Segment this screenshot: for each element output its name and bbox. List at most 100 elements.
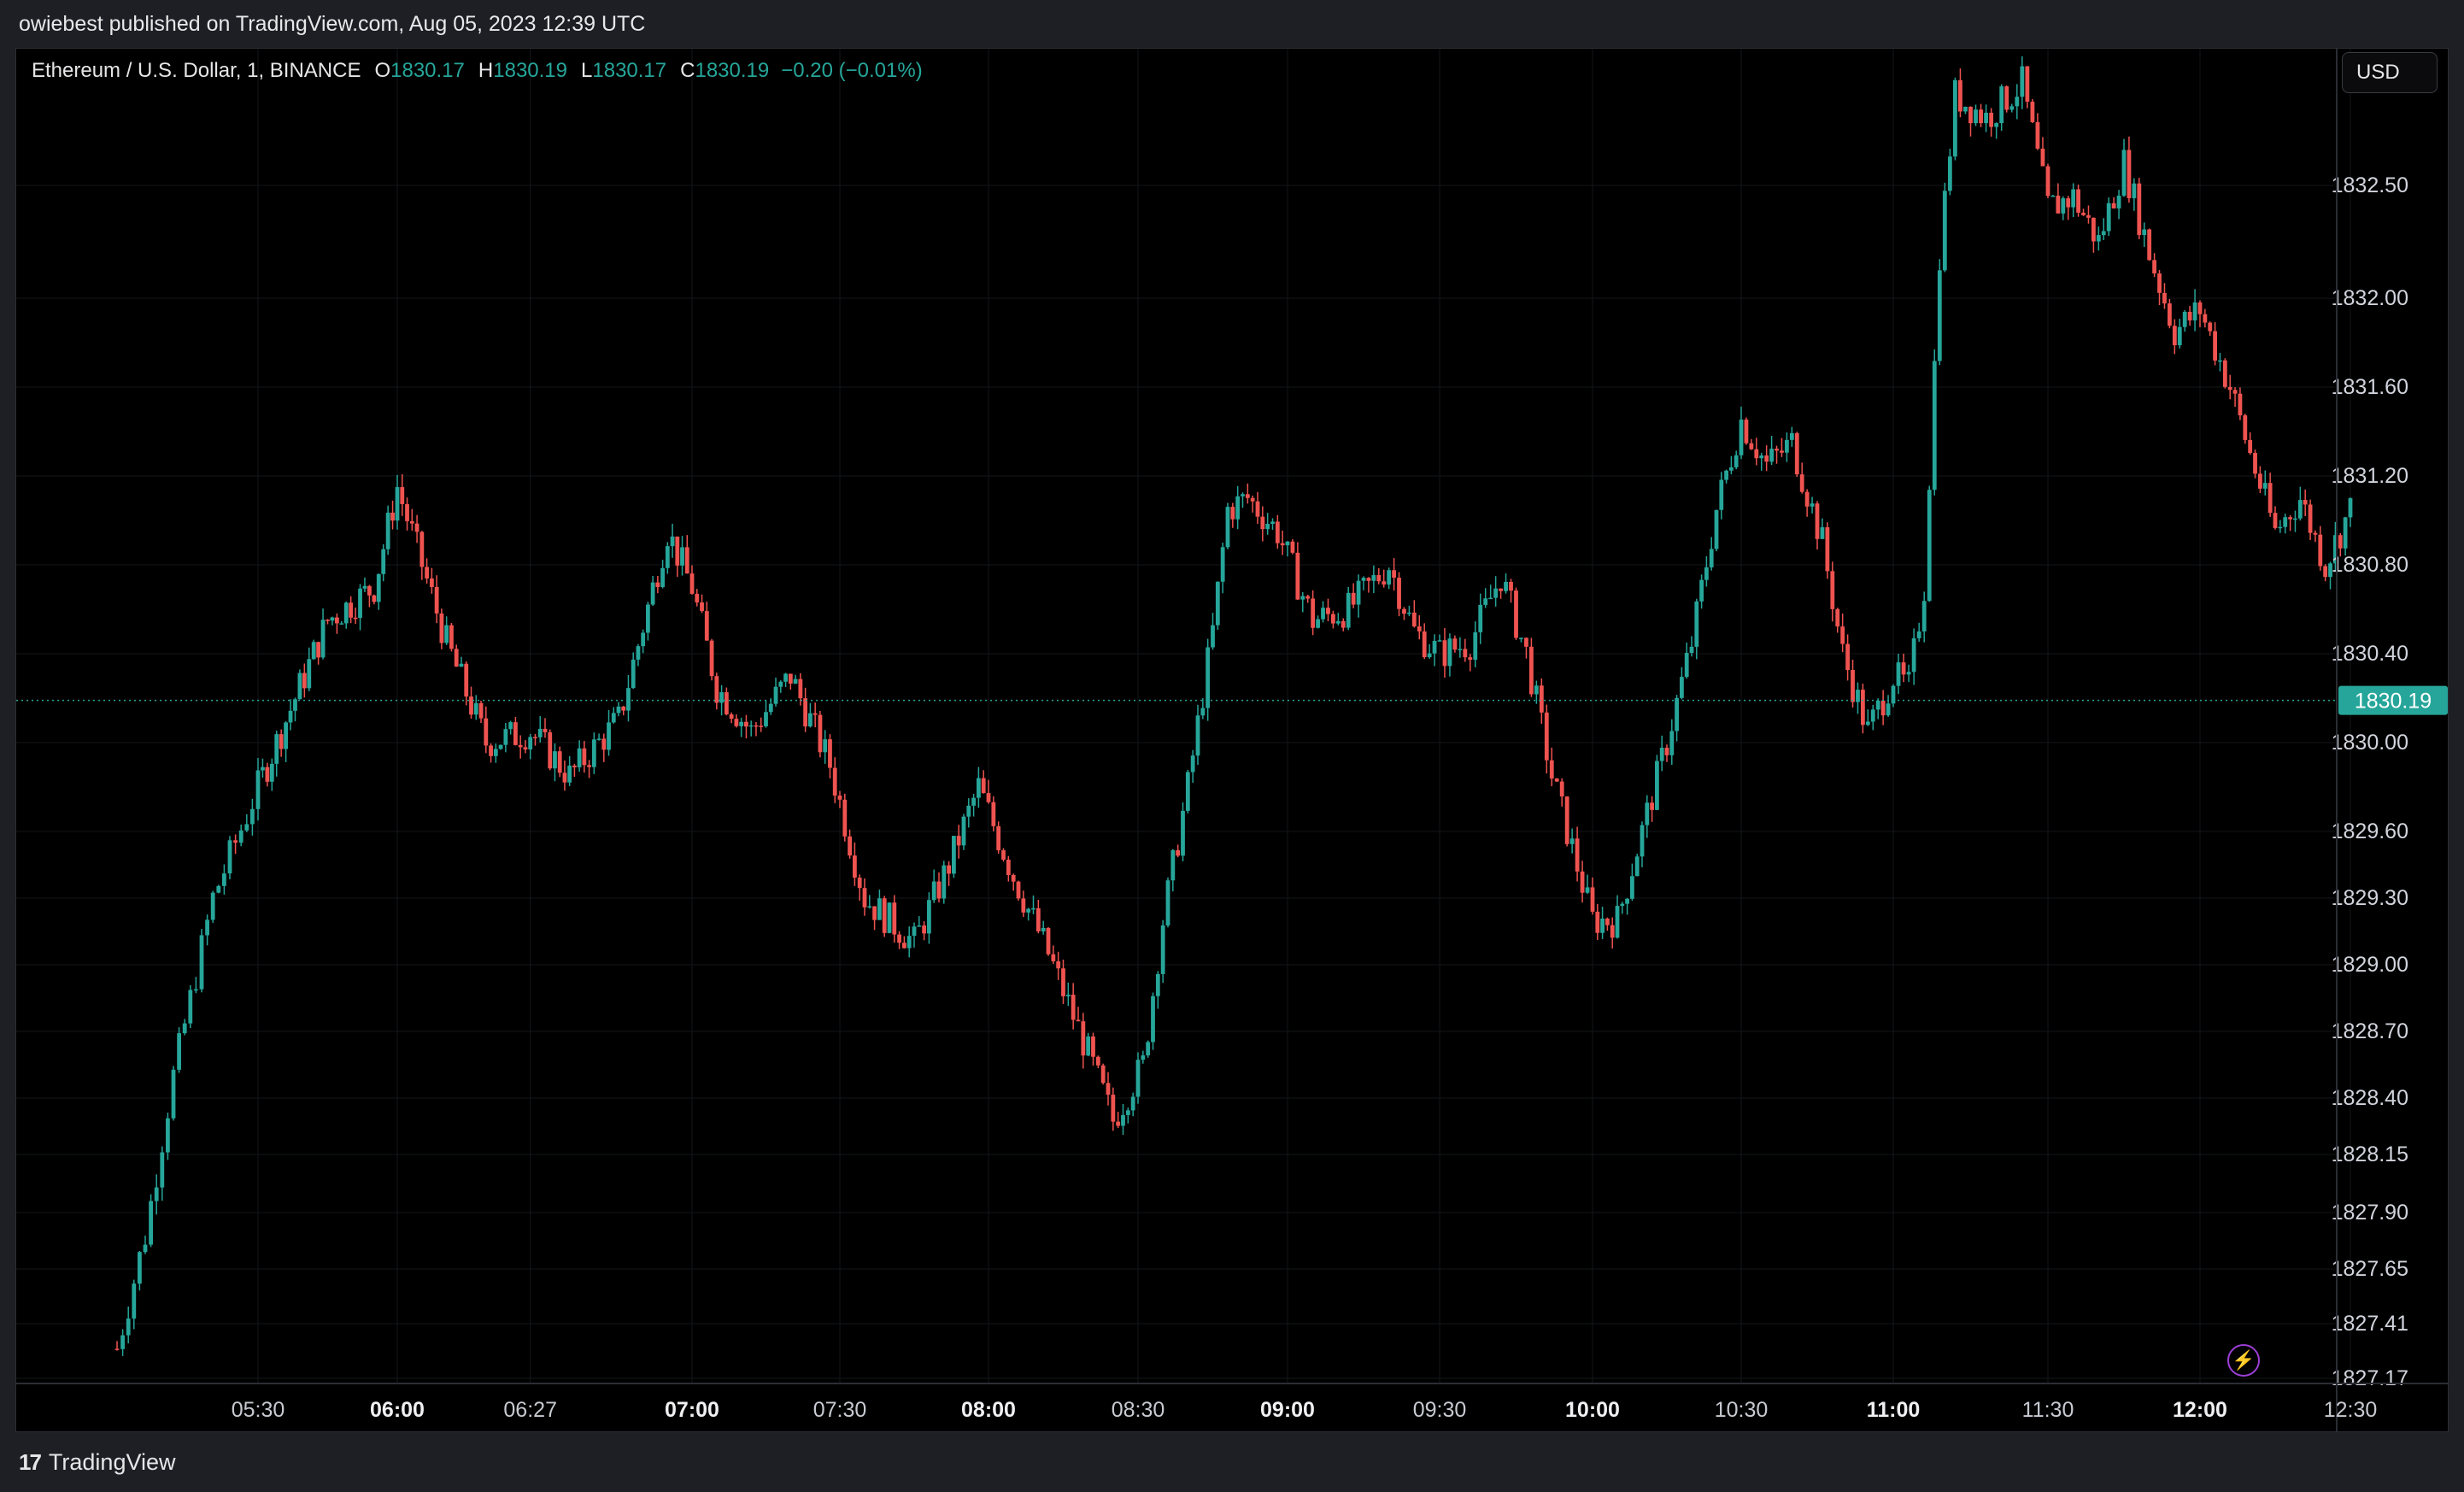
candle-body — [2101, 231, 2106, 236]
candle — [255, 758, 261, 821]
candle-body — [2308, 504, 2313, 533]
candle — [1371, 565, 1376, 594]
candle — [1659, 735, 1664, 772]
candle-body — [339, 623, 344, 625]
candle-body — [1111, 1095, 1116, 1122]
candle — [343, 601, 349, 629]
candle-body — [1235, 496, 1241, 520]
candle-body — [1595, 911, 1600, 933]
candle — [1799, 462, 1804, 494]
candle-body — [1544, 712, 1549, 761]
candle — [1311, 590, 1316, 636]
candle-body — [537, 728, 543, 737]
candle-body — [1815, 503, 1820, 539]
candle-body — [210, 892, 215, 920]
candle — [367, 584, 372, 608]
candle — [853, 842, 857, 886]
candle-body — [274, 734, 279, 764]
candle — [1056, 951, 1061, 980]
candle — [650, 575, 655, 606]
candle-body — [1160, 925, 1165, 974]
candle — [2030, 98, 2035, 124]
tradingview-logo-icon[interactable]: 17 — [19, 1449, 42, 1476]
candle-body — [877, 898, 882, 920]
candle-body — [768, 703, 773, 713]
candle — [1041, 920, 1046, 935]
candle — [1937, 259, 1942, 366]
candle-body — [1953, 79, 1957, 157]
candle-body — [381, 549, 386, 574]
candle — [216, 884, 221, 894]
lightning-icon[interactable]: ⚡ — [2227, 1344, 2260, 1377]
candle-body — [1719, 479, 1724, 510]
candle-body — [744, 721, 748, 727]
candle — [931, 869, 936, 903]
candle — [1554, 778, 1559, 783]
footer-brand[interactable]: TradingView — [49, 1449, 176, 1476]
candle — [1458, 637, 1463, 658]
candle-body — [409, 520, 414, 524]
candle-body — [429, 578, 434, 587]
candle — [1065, 982, 1071, 1007]
candle-body — [469, 696, 473, 715]
candle-body — [1056, 960, 1061, 969]
candle-body — [2208, 322, 2213, 332]
candle — [759, 717, 764, 732]
candle — [2142, 222, 2147, 247]
candle — [773, 677, 778, 707]
candle — [591, 732, 596, 774]
candle — [857, 874, 862, 901]
candle — [1870, 704, 1875, 731]
candle — [2297, 486, 2303, 521]
candle-body — [2273, 513, 2278, 528]
candle — [1764, 445, 1769, 472]
y-tick-label: 1828.15 — [2332, 1142, 2408, 1166]
candle-body — [238, 830, 243, 843]
candle-body — [1539, 685, 1544, 713]
candle — [2303, 489, 2308, 517]
candle-body — [2262, 483, 2267, 489]
candle — [1524, 637, 1528, 659]
candle — [459, 656, 464, 667]
candle-body — [2303, 500, 2308, 505]
candle-body — [764, 712, 768, 726]
candle — [1539, 678, 1544, 724]
candle — [518, 735, 523, 759]
candle-body — [2267, 483, 2273, 514]
chart-pane[interactable]: 1832.50 1832.00 1831.60 1831.20 1830.80 1830.… — [15, 48, 2449, 1432]
candle-body — [1361, 578, 1366, 581]
candle-body — [1295, 552, 1300, 600]
candle — [981, 770, 986, 794]
candle — [1974, 104, 1978, 126]
candle-body — [689, 573, 695, 594]
candle-body — [227, 840, 232, 874]
candle — [2243, 414, 2248, 444]
candle — [508, 720, 513, 735]
candle — [1620, 902, 1625, 914]
candle — [709, 638, 714, 681]
candle-body — [395, 487, 400, 521]
candlestick-chart[interactable]: 1832.50 1832.00 1831.60 1831.20 1830.80 1830.… — [16, 49, 2448, 1431]
candle-body — [1046, 927, 1051, 955]
candle-body — [631, 659, 636, 689]
candle-body — [2121, 150, 2127, 196]
candle — [675, 536, 680, 577]
candle — [339, 620, 344, 625]
symbol-title[interactable]: Ethereum / U.S. Dollar, 1, BINANCE — [32, 59, 361, 83]
candle — [1376, 567, 1382, 584]
candle — [2111, 197, 2116, 209]
candle — [311, 639, 316, 660]
candle-body — [1559, 781, 1564, 797]
open-label: O — [374, 59, 391, 82]
candle-body — [473, 702, 478, 715]
candle-body — [1585, 887, 1590, 893]
y-tick-label: 1830.40 — [2332, 642, 2408, 666]
candle — [2106, 197, 2111, 236]
candle — [601, 733, 607, 762]
candle-body — [798, 678, 803, 699]
candle-body — [695, 593, 700, 602]
candle — [390, 500, 395, 530]
currency-button[interactable]: USD — [2342, 52, 2438, 93]
candle — [1875, 698, 1880, 720]
candle — [2318, 526, 2323, 571]
